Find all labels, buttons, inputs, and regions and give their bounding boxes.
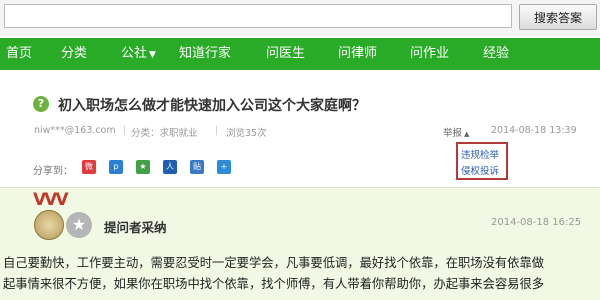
asker-name[interactable]: niw***@163.com xyxy=(34,125,116,136)
nav-item-home[interactable]: 首页 xyxy=(6,38,32,70)
report-dropdown: 违规检举 侵权投诉 xyxy=(456,142,508,180)
share-label: 分享到： xyxy=(33,166,73,177)
answer-time: 2014-08-18 16:25 xyxy=(491,217,582,228)
search-input[interactable] xyxy=(4,4,512,28)
ribbon-icon: VVV xyxy=(33,190,69,210)
qzone-icon[interactable]: p xyxy=(109,160,123,174)
report-violation-link[interactable]: 违规检举 xyxy=(461,147,499,161)
answer-text-line: 起事情来很不方便，如果你在职场中找个依靠，找个师傅，有人带着你帮助你，办起事来会… xyxy=(3,277,545,291)
nav-item-category[interactable]: 分类 xyxy=(61,38,87,70)
nav-item-homework[interactable]: 问作业 xyxy=(410,38,449,70)
nav-item-doctor[interactable]: 问医生 xyxy=(266,38,305,70)
nav-bar: 首页 分类 公社 ▼ 知道行家 问医生 问律师 问作业 经验 xyxy=(0,38,600,70)
meta-divider: | xyxy=(123,125,127,136)
nav-item-commune[interactable]: 公社 ▼ xyxy=(121,38,156,70)
renren-icon[interactable]: 人 xyxy=(163,160,177,174)
adopted-label: 提问者采纳 xyxy=(104,220,167,235)
question-category[interactable]: 分类：求职就业 xyxy=(131,125,198,139)
nav-item-experience[interactable]: 经验 xyxy=(483,38,509,70)
weibo-icon[interactable]: 微 xyxy=(82,160,96,174)
caret-up-icon: ▲ xyxy=(464,130,470,138)
qq-weibo-icon[interactable]: ★ xyxy=(136,160,150,174)
medal-icon xyxy=(34,210,64,240)
question-title: 初入职场怎么做才能快速加入公司这个大家庭啊？ xyxy=(58,98,366,114)
nav-item-experts[interactable]: 知道行家 xyxy=(179,38,231,70)
nav-item-lawyer[interactable]: 问律师 xyxy=(338,38,377,70)
report-infringement-link[interactable]: 侵权投诉 xyxy=(461,163,499,177)
dropdown-arrow-icon: ▼ xyxy=(149,50,156,60)
answer-text-line: 自己要勤快，工作要主动，需要忍受时一定要学会，凡事要低调，最好找个依靠，在职场没… xyxy=(3,256,545,270)
nav-item-commune-label: 公社 xyxy=(121,46,148,61)
search-answer-button[interactable]: 搜索答案 xyxy=(519,4,597,30)
search-bar: 搜索答案 xyxy=(0,0,600,36)
meta-divider: | xyxy=(215,125,219,136)
question-icon: ? xyxy=(33,96,49,112)
star-badge-icon: ★ xyxy=(66,212,92,238)
report-label: 举报 xyxy=(443,128,463,139)
report-button[interactable]: 举报 ▲ xyxy=(443,125,469,139)
kaixin-icon[interactable]: 贴 xyxy=(190,160,204,174)
view-count: 浏览35次 xyxy=(226,128,267,139)
question-time: 2014-08-18 13:39 xyxy=(491,125,577,136)
more-share-icon[interactable]: + xyxy=(217,160,231,174)
